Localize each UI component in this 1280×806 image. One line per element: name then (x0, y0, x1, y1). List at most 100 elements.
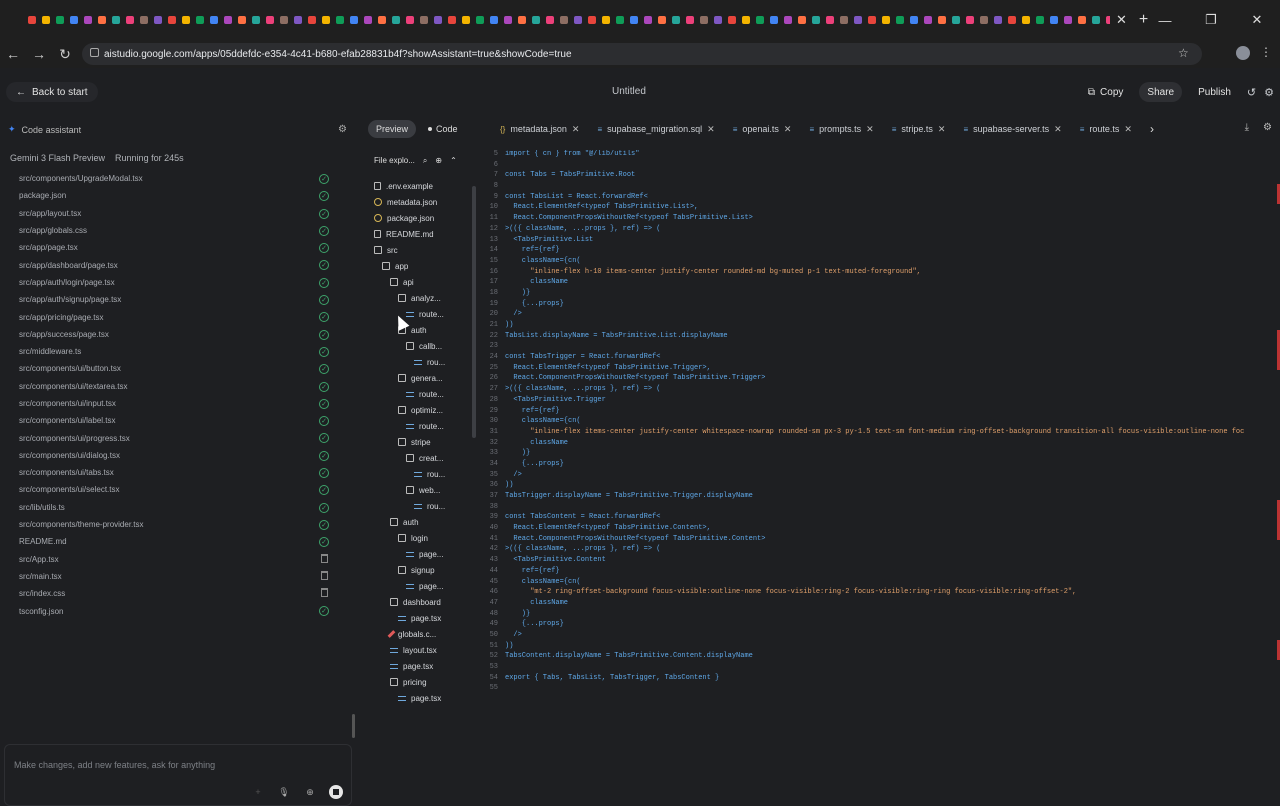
tab-favicon[interactable] (1092, 16, 1100, 24)
list-item[interactable]: src/middleware.ts ✓ (0, 343, 358, 360)
tab-favicon[interactable] (364, 16, 372, 24)
tab-favicon[interactable] (490, 16, 498, 24)
tab-favicon[interactable] (392, 16, 400, 24)
tab-favicon[interactable] (448, 16, 456, 24)
tab-favicon[interactable] (224, 16, 232, 24)
close-tab-icon[interactable]: ✕ (1124, 124, 1132, 135)
list-item[interactable]: src/index.css (0, 585, 358, 602)
tab-favicon[interactable] (350, 16, 358, 24)
tab-close-button[interactable]: ✕ (1116, 12, 1127, 28)
tab-favicon[interactable] (672, 16, 680, 24)
tab-favicon[interactable] (728, 16, 736, 24)
tab-favicon[interactable] (546, 16, 554, 24)
publish-button[interactable]: Publish (1190, 82, 1239, 102)
tab-favicon[interactable] (826, 16, 834, 24)
tree-file[interactable]: metadata.json (374, 194, 437, 210)
list-item[interactable]: src/components/ui/button.tsx ✓ (0, 360, 358, 377)
tab-favicon[interactable] (952, 16, 960, 24)
list-item[interactable]: src/app/dashboard/page.tsx ✓ (0, 256, 358, 273)
add-context-icon[interactable]: ⊕ (303, 785, 317, 799)
maximize-button[interactable]: ❐ (1188, 12, 1234, 28)
tree-folder[interactable]: dashboard (390, 594, 441, 610)
tab-favicon[interactable] (336, 16, 344, 24)
tab-favicon[interactable] (462, 16, 470, 24)
tab-favicon[interactable] (882, 16, 890, 24)
tab-favicon[interactable] (266, 16, 274, 24)
tree-file[interactable]: page... (406, 546, 443, 562)
tab-favicon[interactable] (504, 16, 512, 24)
close-tab-icon[interactable]: ✕ (866, 124, 874, 135)
prompt-input[interactable] (14, 760, 334, 770)
tab-favicon[interactable] (28, 16, 36, 24)
list-item[interactable]: src/components/theme-provider.tsx ✓ (0, 516, 358, 533)
list-item[interactable]: src/components/ui/select.tsx ✓ (0, 481, 358, 498)
tree-folder[interactable]: genera... (398, 370, 443, 386)
tab-favicon[interactable] (560, 16, 568, 24)
avatar[interactable] (1236, 46, 1250, 60)
microphone-icon[interactable]: 🎙 (277, 785, 291, 799)
tab-favicon[interactable] (798, 16, 806, 24)
tree-folder[interactable]: auth (390, 514, 419, 530)
list-item[interactable]: src/app/success/page.tsx ✓ (0, 326, 358, 343)
add-icon[interactable]: + (251, 785, 265, 799)
tree-file[interactable]: rou... (414, 354, 445, 370)
close-tab-icon[interactable]: ✕ (784, 124, 792, 135)
tab-favicon[interactable] (238, 16, 246, 24)
scroll-tabs-right-icon[interactable]: › (1150, 122, 1154, 136)
tab-favicon[interactable] (84, 16, 92, 24)
back-arrow-icon[interactable]: ← (0, 46, 26, 62)
history-icon[interactable]: ↺ (1247, 86, 1256, 99)
tab-favicon[interactable] (616, 16, 624, 24)
settings-gear-icon[interactable]: ⚙ (1264, 86, 1274, 99)
tab-favicon[interactable] (1078, 16, 1086, 24)
assistant-scrollbar[interactable] (352, 714, 355, 738)
tab-favicon[interactable] (574, 16, 582, 24)
close-tab-icon[interactable]: ✕ (707, 124, 715, 135)
tab-favicon[interactable] (756, 16, 764, 24)
tab-favicon[interactable] (252, 16, 260, 24)
code-editor[interactable]: 5 import { cn } from "@/lib/utils" 6 7 const… (486, 150, 1280, 720)
tree-file[interactable]: page.tsx (398, 610, 441, 626)
list-item[interactable]: src/app/globals.css ✓ (0, 222, 358, 239)
tab-favicon[interactable] (126, 16, 134, 24)
tab-favicon[interactable] (1022, 16, 1030, 24)
list-item[interactable]: src/components/ui/progress.tsx ✓ (0, 429, 358, 446)
tab-favicon[interactable] (868, 16, 876, 24)
tree-folder[interactable]: signup (398, 562, 435, 578)
share-button[interactable]: Share (1139, 82, 1183, 102)
tab-favicon[interactable] (742, 16, 750, 24)
tab-favicon[interactable] (168, 16, 176, 24)
back-to-start-button[interactable]: ← Back to start (6, 82, 98, 102)
tab-favicon[interactable] (812, 16, 820, 24)
list-item[interactable]: src/main.tsx (0, 568, 358, 585)
tab-file[interactable]: {} metadata.json ✕ (500, 124, 579, 135)
tab-favicon[interactable] (980, 16, 988, 24)
tab-file[interactable]: ≡ supabase-server.ts ✕ (963, 124, 1061, 135)
close-tab-icon[interactable]: ✕ (572, 124, 580, 135)
site-info-icon[interactable] (90, 48, 99, 57)
list-item[interactable]: src/components/ui/tabs.tsx ✓ (0, 464, 358, 481)
tab-favicon[interactable] (280, 16, 288, 24)
list-item[interactable]: src/lib/utils.ts ✓ (0, 499, 358, 516)
collapse-icon[interactable]: ⌃ (450, 156, 457, 166)
editor-settings-icon[interactable]: ⚙ (1263, 122, 1272, 133)
tab-favicon[interactable] (98, 16, 106, 24)
tab-favicon[interactable] (140, 16, 148, 24)
tab-favicon[interactable] (854, 16, 862, 24)
tab-favicon[interactable] (1050, 16, 1058, 24)
tab-favicon[interactable] (966, 16, 974, 24)
tree-file[interactable]: page.tsx (390, 658, 433, 674)
tab-favicon[interactable] (42, 16, 50, 24)
list-item[interactable]: src/components/ui/input.tsx ✓ (0, 395, 358, 412)
tab-favicon[interactable] (196, 16, 204, 24)
list-item[interactable]: src/components/ui/dialog.tsx ✓ (0, 447, 358, 464)
list-item[interactable]: src/app/auth/login/page.tsx ✓ (0, 274, 358, 291)
more-menu-icon[interactable]: ⋮ (1260, 45, 1272, 59)
tree-file[interactable]: package.json (374, 210, 434, 226)
list-item[interactable]: README.md ✓ (0, 533, 358, 550)
tree-file[interactable]: route... (406, 386, 444, 402)
tab-favicon[interactable] (1106, 16, 1110, 24)
tab-favicon[interactable] (210, 16, 218, 24)
tab-favicon[interactable] (630, 16, 638, 24)
tab-favicon[interactable] (70, 16, 78, 24)
